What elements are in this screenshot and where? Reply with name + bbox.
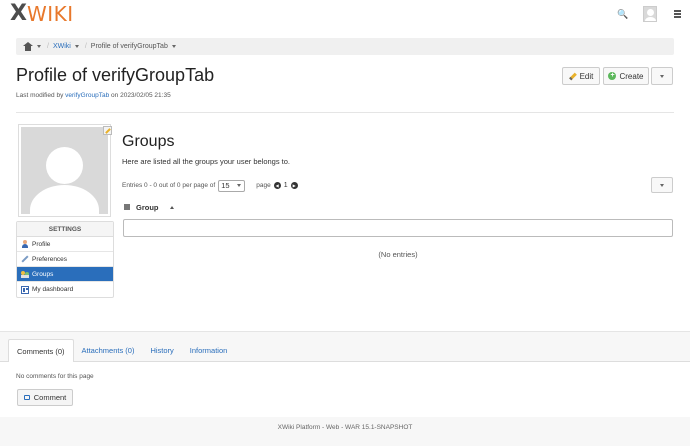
settings-item-dashboard[interactable]: My dashboard bbox=[17, 282, 113, 297]
pencil-icon bbox=[568, 72, 577, 80]
page-label: page bbox=[256, 182, 271, 189]
sort-ascending-icon[interactable] bbox=[169, 205, 174, 209]
settings-item-label: Profile bbox=[32, 240, 51, 248]
edit-button[interactable]: Edit bbox=[562, 67, 600, 85]
entries-text: Entries 0 - 0 out of 0 per page of bbox=[122, 182, 216, 189]
page-title: Profile of verifyGroupTab bbox=[16, 65, 215, 85]
comment-button[interactable]: Comment bbox=[17, 389, 73, 406]
xwiki-logo[interactable]: X WIKI bbox=[10, 1, 74, 26]
avatar-placeholder-icon bbox=[21, 127, 108, 214]
hamburger-menu-icon[interactable] bbox=[674, 10, 681, 18]
user-avatar-icon[interactable] bbox=[643, 6, 657, 22]
logo-x: X bbox=[10, 1, 27, 26]
column-icon bbox=[124, 204, 130, 210]
next-page-icon[interactable]: ▶ bbox=[290, 182, 298, 189]
modified-date: on 2023/02/05 21:35 bbox=[111, 92, 171, 99]
comment-button-label: Comment bbox=[33, 393, 67, 402]
chevron-down-icon[interactable] bbox=[37, 45, 41, 48]
last-modified: Last modified by verifyGroupTab on 2023/… bbox=[16, 92, 171, 99]
chevron-down-icon bbox=[237, 184, 242, 187]
chevron-down-icon bbox=[660, 183, 664, 187]
tab-comments[interactable]: Comments (0) bbox=[8, 339, 74, 362]
logo-text: WIKI bbox=[26, 2, 74, 26]
groups-title: Groups bbox=[122, 133, 175, 150]
modified-prefix: Last modified by bbox=[16, 92, 64, 99]
settings-item-label: Groups bbox=[32, 270, 54, 278]
chevron-down-icon[interactable] bbox=[171, 45, 176, 48]
page-number[interactable]: 1 bbox=[284, 182, 288, 189]
create-button[interactable]: + Create bbox=[603, 67, 649, 85]
more-actions-button[interactable] bbox=[651, 67, 673, 85]
settings-item-label: My dashboard bbox=[32, 286, 74, 293]
user-icon bbox=[21, 240, 29, 248]
plus-icon: + bbox=[608, 72, 617, 80]
search-icon[interactable]: 🔍 bbox=[617, 8, 629, 20]
wrench-icon bbox=[21, 255, 29, 263]
table-column-header-group[interactable]: Group bbox=[124, 201, 174, 213]
chevron-down-icon bbox=[660, 74, 664, 78]
header-divider bbox=[16, 112, 674, 113]
breadcrumb-item-xwiki[interactable]: XWiki bbox=[53, 43, 71, 50]
settings-item-preferences[interactable]: Preferences bbox=[17, 252, 113, 267]
comment-bubble-icon bbox=[23, 395, 30, 400]
chevron-down-icon[interactable] bbox=[74, 45, 79, 48]
tab-information[interactable]: Information bbox=[182, 339, 236, 362]
settings-item-groups[interactable]: Groups bbox=[17, 267, 113, 282]
tab-attachments[interactable]: Attachments (0) bbox=[74, 339, 143, 362]
footer: XWiki Platform - Web - WAR 15.1-SNAPSHOT bbox=[277, 424, 413, 431]
tab-panel bbox=[0, 362, 690, 417]
doc-extra-tabs: Comments (0) Attachments (0) History Inf… bbox=[8, 339, 235, 362]
settings-item-profile[interactable]: Profile bbox=[17, 237, 113, 252]
dashboard-icon bbox=[21, 285, 29, 294]
settings-menu: SETTINGS Profile Preferences Groups My d… bbox=[16, 221, 114, 298]
breadcrumb-item-current: Profile of verifyGroupTab bbox=[90, 43, 168, 50]
per-page-select[interactable]: 15 bbox=[218, 179, 246, 192]
groups-description: Here are listed all the groups your user… bbox=[122, 157, 291, 166]
settings-item-label: Preferences bbox=[32, 255, 68, 263]
table-options-button[interactable] bbox=[651, 177, 673, 193]
no-comments-message: No comments for this page bbox=[16, 373, 94, 380]
breadcrumb-separator: / bbox=[84, 43, 87, 50]
column-header-label: Group bbox=[136, 202, 159, 212]
profile-avatar bbox=[18, 124, 111, 217]
tab-history[interactable]: History bbox=[142, 339, 181, 362]
breadcrumb: / XWiki / Profile of verifyGroupTab bbox=[16, 38, 674, 55]
pagination-bar: Entries 0 - 0 out of 0 per page of 15 pa… bbox=[122, 179, 301, 192]
modified-user-link[interactable]: verifyGroupTab bbox=[65, 92, 109, 99]
top-bar: X WIKI 🔍 bbox=[0, 0, 690, 30]
settings-heading: SETTINGS bbox=[17, 222, 113, 237]
per-page-value: 15 bbox=[221, 181, 230, 190]
breadcrumb-separator: / bbox=[47, 43, 49, 50]
previous-page-icon[interactable]: ◀ bbox=[273, 182, 281, 189]
group-icon bbox=[21, 270, 29, 278]
home-icon[interactable] bbox=[23, 42, 33, 51]
empty-table-message: (No entries) bbox=[378, 250, 418, 259]
create-button-label: Create bbox=[619, 71, 644, 81]
edit-button-label: Edit bbox=[579, 71, 594, 81]
group-filter-input[interactable] bbox=[123, 219, 673, 237]
edit-avatar-icon[interactable] bbox=[103, 126, 112, 135]
